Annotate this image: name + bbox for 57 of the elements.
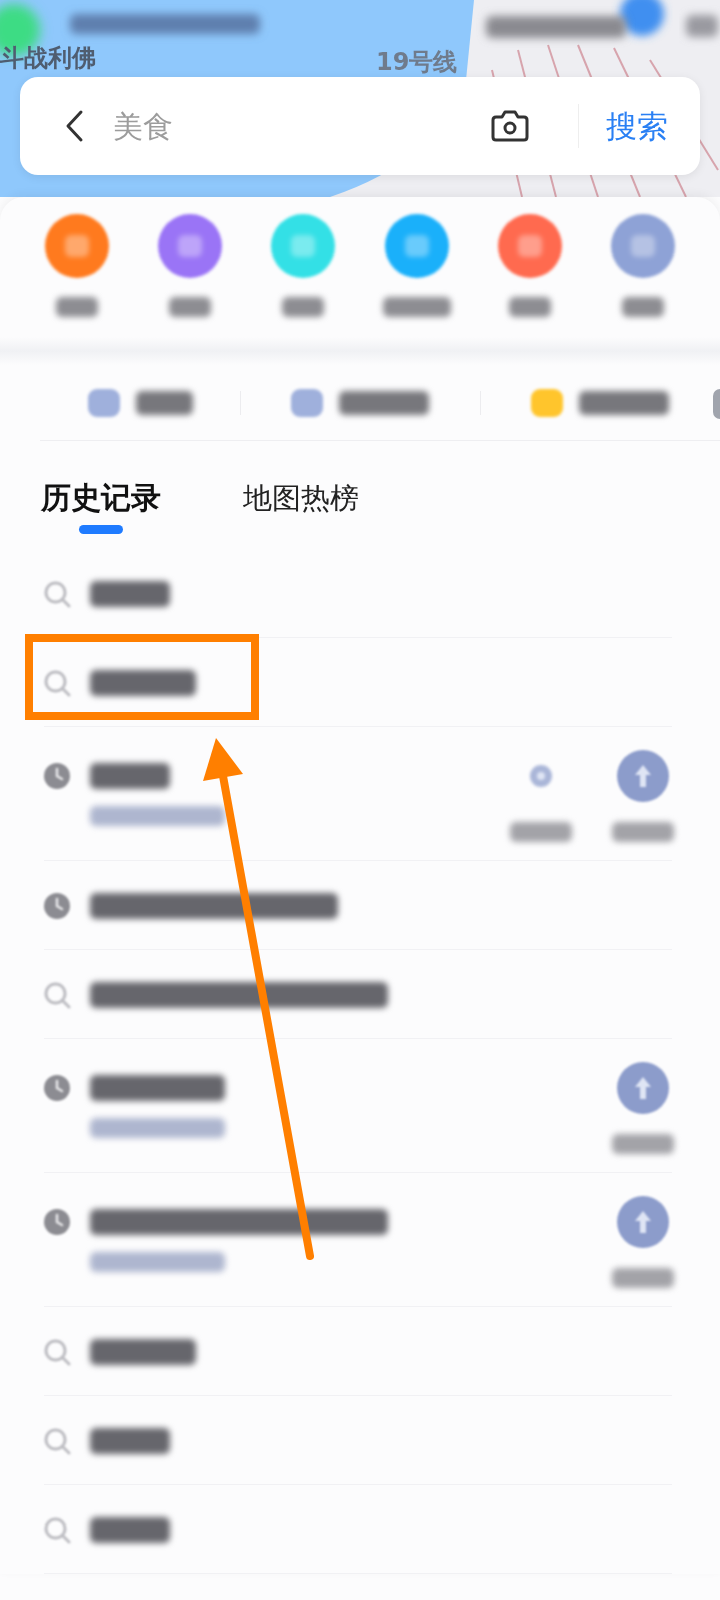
blurred-text bbox=[622, 297, 665, 317]
blurred-text[interactable] bbox=[579, 390, 669, 415]
blurred-text[interactable] bbox=[90, 1516, 170, 1543]
app-shortcut-icon[interactable] bbox=[271, 214, 336, 278]
arrow-circle-icon[interactable] bbox=[617, 750, 669, 802]
search-icon bbox=[43, 980, 71, 1009]
arrow-circle-icon[interactable] bbox=[617, 1062, 669, 1114]
partial-icon[interactable] bbox=[713, 389, 720, 419]
search-field[interactable]: 美食 bbox=[113, 104, 491, 148]
blurred-text bbox=[509, 297, 551, 317]
blurred-text bbox=[55, 297, 98, 317]
blurred-text[interactable] bbox=[90, 981, 388, 1008]
map-label: 斗战利佛 bbox=[0, 44, 96, 72]
blurred-text[interactable] bbox=[135, 390, 193, 415]
blurred-text bbox=[686, 15, 718, 37]
back-icon[interactable] bbox=[64, 109, 84, 143]
blurred-text bbox=[612, 1268, 674, 1288]
app-shortcut-icon[interactable] bbox=[44, 214, 109, 278]
search-icon bbox=[43, 579, 71, 608]
clock-icon bbox=[43, 1074, 71, 1102]
blurred-text[interactable] bbox=[90, 763, 170, 789]
blurred-text bbox=[510, 822, 572, 842]
blurred-text[interactable] bbox=[90, 1209, 388, 1235]
blurred-text[interactable] bbox=[90, 1338, 196, 1365]
blurred-text[interactable] bbox=[90, 1075, 225, 1101]
shortcut-icon[interactable] bbox=[531, 388, 563, 417]
search-icon bbox=[43, 668, 71, 697]
blurred-text bbox=[612, 1134, 674, 1154]
tab[interactable]: 地图热榜 bbox=[243, 479, 359, 534]
blurred-text bbox=[169, 297, 211, 317]
app-shortcut-icon[interactable] bbox=[498, 214, 562, 278]
blurred-text[interactable] bbox=[90, 892, 338, 919]
shortcut-icon[interactable] bbox=[87, 388, 120, 417]
blurred-text[interactable] bbox=[90, 1427, 170, 1454]
dot-icon[interactable] bbox=[530, 765, 552, 787]
clock-icon bbox=[43, 891, 71, 920]
search-icon bbox=[43, 1515, 71, 1544]
search-icon bbox=[43, 1426, 71, 1455]
blurred-text[interactable] bbox=[90, 580, 170, 607]
clock-icon bbox=[43, 1208, 71, 1236]
arrow-circle-icon[interactable] bbox=[617, 1196, 669, 1248]
search-button[interactable]: 搜索 bbox=[606, 104, 668, 148]
blurred-text bbox=[382, 297, 451, 317]
search-icon bbox=[43, 1337, 71, 1366]
blurred-text bbox=[282, 297, 325, 317]
camera-icon[interactable] bbox=[491, 110, 529, 142]
blurred-text[interactable] bbox=[90, 669, 196, 696]
location-marker-icon[interactable] bbox=[620, 0, 664, 36]
blurred-text[interactable] bbox=[339, 390, 429, 415]
app-shortcut-icon[interactable] bbox=[384, 214, 449, 278]
clock-icon bbox=[43, 762, 71, 790]
map-label: 19号线 bbox=[376, 48, 458, 76]
shortcut-icon[interactable] bbox=[291, 388, 323, 417]
app-shortcut-icon[interactable] bbox=[611, 214, 676, 278]
tab[interactable]: 历史记录 bbox=[41, 479, 161, 534]
blurred-text bbox=[612, 822, 674, 842]
app-shortcut-icon[interactable] bbox=[158, 214, 222, 278]
